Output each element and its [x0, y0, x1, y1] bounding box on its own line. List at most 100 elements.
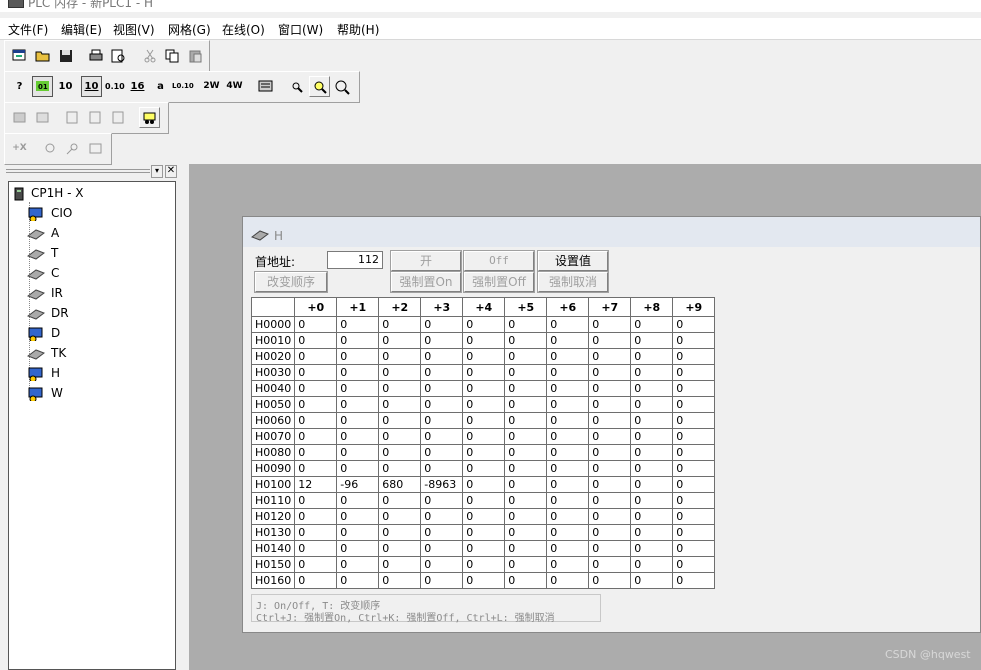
memory-cell[interactable]: 0	[504, 460, 548, 477]
memory-cell[interactable]: 0	[672, 396, 716, 413]
signed-decimal-button[interactable]: 10	[81, 76, 102, 97]
memory-cell[interactable]: 0	[336, 332, 380, 349]
memory-cell[interactable]: 0	[336, 348, 380, 365]
tree-item-w[interactable]: W	[9, 385, 169, 403]
memory-cell[interactable]: 0	[546, 476, 590, 493]
memory-cell[interactable]: 0	[672, 348, 716, 365]
two-word-button[interactable]: 2W	[201, 76, 222, 97]
memory-cell[interactable]: 0	[588, 380, 632, 397]
memory-cell[interactable]: 0	[546, 332, 590, 349]
tree-item-h[interactable]: H	[9, 365, 169, 383]
memory-cell[interactable]: 0	[546, 508, 590, 525]
memory-cell[interactable]: 0	[588, 332, 632, 349]
memory-cell[interactable]: 0	[294, 540, 338, 557]
memory-cell[interactable]: 0	[420, 524, 464, 541]
memory-cell[interactable]: 0	[630, 556, 674, 573]
memory-cell[interactable]: 0	[504, 444, 548, 461]
memory-cell[interactable]: 0	[462, 348, 506, 365]
tree-dropdown-icon[interactable]: ▾	[151, 165, 163, 178]
memory-cell[interactable]: 0	[462, 444, 506, 461]
memory-cell[interactable]: 0	[462, 492, 506, 509]
memory-cell[interactable]: 0	[294, 556, 338, 573]
memory-cell[interactable]: 0	[504, 556, 548, 573]
memory-cell[interactable]: 0	[630, 508, 674, 525]
memory-cell[interactable]: 0	[546, 444, 590, 461]
ascii-view-button[interactable]: a	[150, 76, 171, 97]
memory-cell[interactable]: 0	[546, 428, 590, 445]
memory-cell[interactable]: 0	[420, 428, 464, 445]
memory-cell[interactable]: 0	[504, 380, 548, 397]
memory-cell[interactable]: 0	[462, 540, 506, 557]
memory-cell[interactable]: 0	[546, 316, 590, 333]
memory-cell[interactable]: 0	[504, 476, 548, 493]
memory-cell[interactable]: 0	[588, 412, 632, 429]
memory-cell[interactable]: 0	[420, 444, 464, 461]
memory-cell[interactable]: 0	[630, 524, 674, 541]
memory-cell[interactable]: 0	[336, 492, 380, 509]
memory-cell[interactable]: 0	[462, 508, 506, 525]
off-button[interactable]: Off	[463, 250, 535, 272]
memory-cell[interactable]: 0	[504, 428, 548, 445]
memory-cell[interactable]: 0	[294, 444, 338, 461]
memory-cell[interactable]: 0	[672, 316, 716, 333]
memory-cell[interactable]: 0	[504, 412, 548, 429]
memory-cell[interactable]: 0	[420, 460, 464, 477]
tree-root-cp1h[interactable]: CP1H - X	[9, 185, 169, 203]
memory-cell[interactable]: 0	[588, 476, 632, 493]
memory-cell[interactable]: 0	[336, 364, 380, 381]
paste-icon[interactable]	[185, 45, 206, 66]
memory-cell[interactable]: 0	[504, 316, 548, 333]
memory-cell[interactable]: 0	[462, 316, 506, 333]
compare-icon[interactable]	[32, 107, 53, 128]
memory-cell[interactable]: 0	[336, 412, 380, 429]
open-folder-icon[interactable]	[32, 45, 53, 66]
memory-cell[interactable]: 0	[588, 428, 632, 445]
memory-cell[interactable]: 0	[378, 316, 422, 333]
memory-cell[interactable]: 0	[672, 364, 716, 381]
memory-cell[interactable]: -8963	[420, 476, 464, 493]
memory-cell[interactable]: 0	[630, 476, 674, 493]
memory-cell[interactable]: 0	[672, 492, 716, 509]
memory-cell[interactable]: 0	[546, 364, 590, 381]
memory-cell[interactable]: 0	[420, 540, 464, 557]
menu-view[interactable]: 视图(V)	[113, 21, 155, 38]
memory-cell[interactable]: 0	[420, 572, 464, 589]
memory-cell[interactable]: -96	[336, 476, 380, 493]
tree-item-dr[interactable]: DR	[9, 305, 169, 323]
force-toggle-button[interactable]: +X	[9, 138, 30, 159]
memory-cell[interactable]: 0	[294, 380, 338, 397]
memory-cell[interactable]: 0	[672, 524, 716, 541]
memory-cell[interactable]: 0	[378, 428, 422, 445]
memory-cell[interactable]: 0	[462, 524, 506, 541]
memory-cell[interactable]: 0	[420, 412, 464, 429]
tree-item-d[interactable]: D	[9, 325, 169, 343]
memory-cell[interactable]: 0	[462, 476, 506, 493]
memory-cell[interactable]: 0	[672, 460, 716, 477]
memory-cell[interactable]: 0	[672, 540, 716, 557]
memory-cell[interactable]: 0	[378, 460, 422, 477]
memory-cell[interactable]: 0	[630, 572, 674, 589]
zoom-small-icon[interactable]	[286, 76, 307, 97]
memory-cell[interactable]: 0	[588, 508, 632, 525]
memory-cell[interactable]: 0	[588, 460, 632, 477]
memory-cell[interactable]: 0	[630, 428, 674, 445]
memory-cell[interactable]: 0	[546, 572, 590, 589]
menu-file[interactable]: 文件(F)	[8, 21, 48, 38]
memory-cell[interactable]: 0	[630, 540, 674, 557]
memory-cell[interactable]: 0	[630, 332, 674, 349]
memory-cell[interactable]: 0	[672, 380, 716, 397]
memory-cell[interactable]: 0	[462, 556, 506, 573]
memory-cell[interactable]: 0	[294, 316, 338, 333]
new-window-icon[interactable]	[9, 45, 30, 66]
memory-cell[interactable]: 0	[336, 508, 380, 525]
print-icon[interactable]	[85, 45, 106, 66]
memory-cell[interactable]: 0	[588, 396, 632, 413]
memory-cell[interactable]: 0	[588, 316, 632, 333]
memory-cell[interactable]: 0	[672, 428, 716, 445]
memory-cell[interactable]: 0	[504, 364, 548, 381]
binary-view-icon[interactable]: 01	[32, 76, 53, 97]
memory-cell[interactable]: 0	[294, 524, 338, 541]
memory-cell[interactable]: 0	[546, 348, 590, 365]
hex-view-button[interactable]: 16	[127, 76, 148, 97]
menu-window[interactable]: 窗口(W)	[278, 21, 323, 38]
